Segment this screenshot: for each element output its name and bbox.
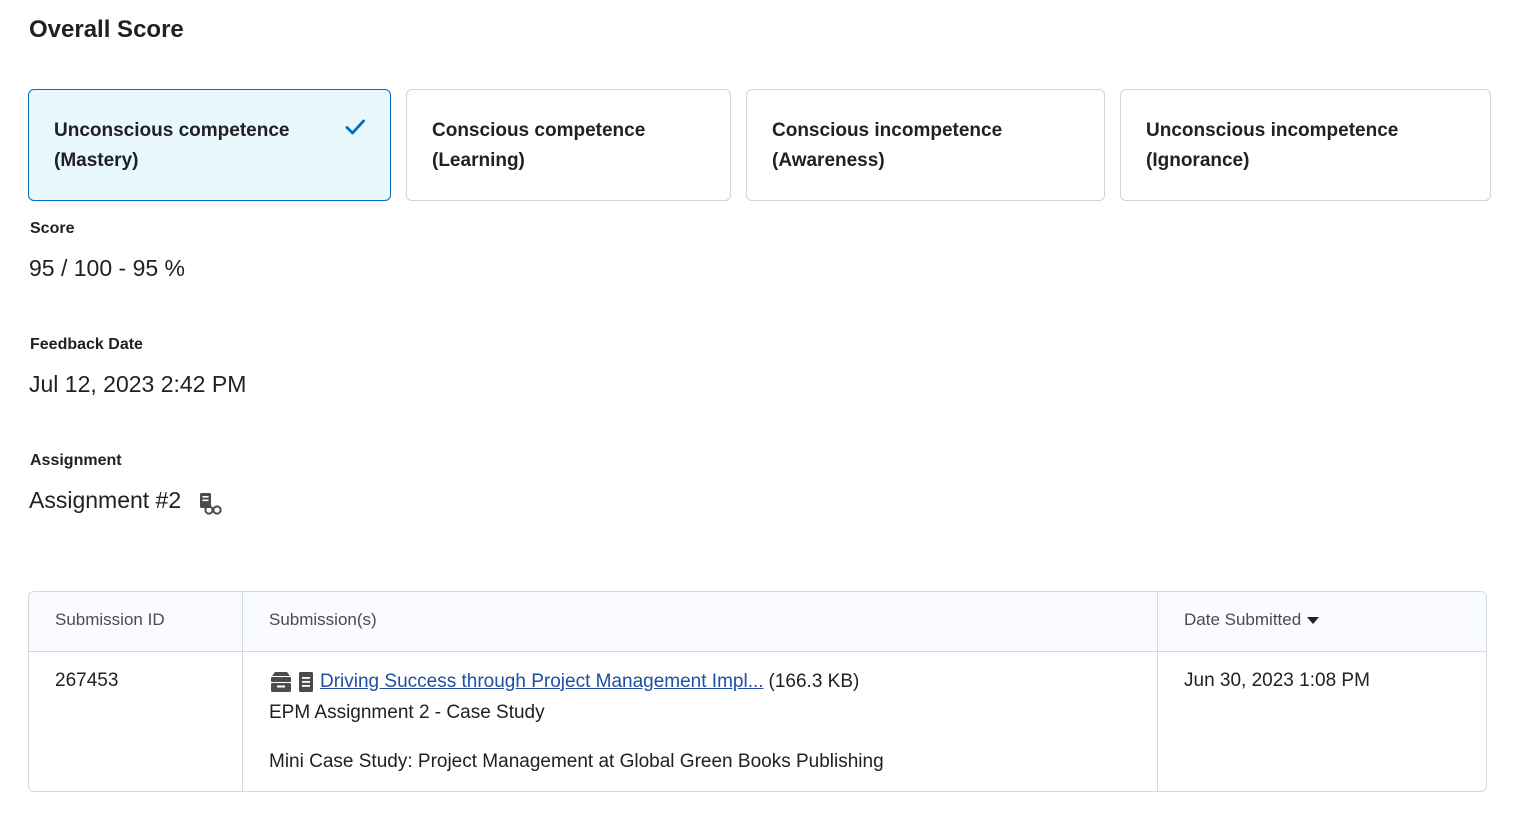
submission-title: EPM Assignment 2 - Case Study [269, 702, 545, 723]
score-label: Score [30, 220, 75, 237]
level-title: Conscious competence [432, 120, 646, 141]
submission-file-line: Driving Success through Project Manageme… [269, 669, 859, 695]
assignment-copy-icon[interactable] [197, 491, 223, 517]
level-subtitle: (Mastery) [54, 150, 139, 171]
feedback-date-label: Feedback Date [30, 336, 143, 353]
date-submitted: Jun 30, 2023 1:08 PM [1184, 670, 1370, 691]
feedback-date-value: Jul 12, 2023 2:42 PM [29, 371, 247, 397]
level-conscious-incompetence[interactable]: Conscious incompetence (Awareness) [746, 89, 1105, 201]
score-value: 95 / 100 - 95 % [29, 255, 185, 281]
document-icon [299, 672, 313, 692]
level-subtitle: (Ignorance) [1146, 150, 1250, 171]
header-submissions: Submission(s) [269, 610, 377, 629]
checkmark-icon [345, 119, 365, 135]
submissions-table: Submission ID Submission(s) Date Submitt… [28, 591, 1487, 792]
level-title: Unconscious competence [54, 120, 290, 141]
level-conscious-competence[interactable]: Conscious competence (Learning) [406, 89, 731, 201]
level-unconscious-competence[interactable]: Unconscious competence (Mastery) [28, 89, 391, 201]
level-title: Conscious incompetence [772, 120, 1003, 141]
submission-comment: Mini Case Study: Project Management at G… [269, 751, 884, 772]
level-title: Unconscious incompetence [1146, 120, 1399, 141]
submission-file-size: (166.3 KB) [768, 671, 860, 692]
sort-descending-icon [1307, 617, 1320, 625]
overall-score-page: Overall Score Unconscious competence (Ma… [0, 0, 1515, 830]
column-divider [1157, 592, 1158, 791]
level-subtitle: (Learning) [432, 150, 525, 171]
inbox-icon [271, 672, 291, 692]
column-divider [242, 592, 243, 791]
overall-score-heading: Overall Score [29, 16, 184, 43]
table-header: Submission ID Submission(s) Date Submitt… [29, 592, 1486, 652]
assignment-name: Assignment #2 [29, 487, 182, 513]
assignment-label: Assignment [30, 452, 122, 469]
submission-id: 267453 [55, 670, 119, 691]
level-selector: Unconscious competence (Mastery) Conscio… [0, 89, 1515, 201]
level-subtitle: (Awareness) [772, 150, 885, 171]
header-date-submitted[interactable]: Date Submitted [1184, 610, 1320, 630]
submission-file-link[interactable]: Driving Success through Project Manageme… [320, 671, 764, 693]
level-unconscious-incompetence[interactable]: Unconscious incompetence (Ignorance) [1120, 89, 1491, 201]
header-date-label: Date Submitted [1184, 610, 1302, 629]
header-submission-id: Submission ID [55, 610, 165, 629]
